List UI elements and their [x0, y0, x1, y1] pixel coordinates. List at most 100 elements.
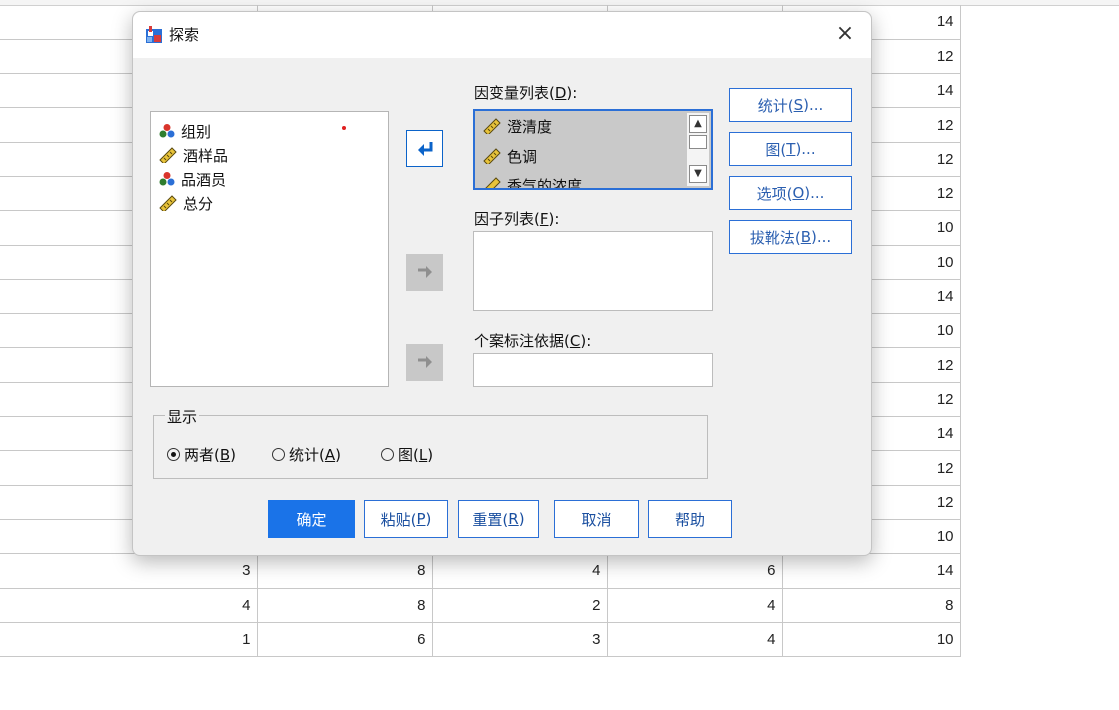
scroll-thumb[interactable] [689, 135, 707, 149]
data-cell[interactable]: 14 [782, 553, 961, 589]
radio-plots[interactable]: 图(L) [381, 444, 433, 465]
reset-button[interactable]: 重置(R) [458, 500, 539, 538]
radio-text: ) [427, 445, 434, 464]
close-button[interactable]: × [833, 22, 857, 46]
button-text: 统计( [757, 96, 794, 115]
display-group-legend: 显示 [165, 406, 200, 427]
data-cell[interactable]: 8 [257, 553, 433, 589]
mnemonic-key: F [539, 210, 549, 228]
title-bar[interactable]: 探索 × [133, 12, 871, 58]
dependent-list[interactable]: 澄清度 色调 香气的浓度 ▲ ▼ [473, 109, 713, 190]
cancel-button[interactable]: 取消 [554, 500, 639, 538]
explore-dialog: 探索 × 组别 酒样品 品酒员 总分 因变量列表(D): 澄清度 色调 香气的浓… [132, 11, 872, 556]
data-cell[interactable]: 2 [432, 588, 608, 623]
mnemonic-key: B [800, 228, 811, 246]
variable-item-group[interactable]: 组别 [159, 119, 211, 143]
arrow-right-icon [417, 265, 432, 278]
mnemonic-key: A [324, 445, 336, 464]
button-text: 图( [765, 140, 787, 159]
radio-text: 两者( [184, 446, 220, 464]
radio-text: ) [335, 445, 341, 464]
data-cell[interactable]: 3 [0, 553, 258, 589]
data-cell[interactable]: 8 [782, 588, 961, 623]
label-text: ): [566, 84, 578, 102]
mnemonic-key: R [508, 510, 519, 528]
options-button[interactable]: 选项(O)... [729, 176, 852, 210]
button-text: )... [803, 96, 824, 114]
variable-item-sample[interactable]: 酒样品 [159, 143, 228, 167]
data-cell[interactable]: 4 [432, 553, 608, 589]
mnemonic-key: O [792, 184, 805, 202]
radio-selected-icon [167, 448, 180, 461]
variable-item-total[interactable]: 总分 [159, 191, 213, 215]
data-cell[interactable]: 4 [607, 588, 783, 623]
data-cell[interactable]: 3 [432, 622, 608, 658]
mnemonic-key: D [554, 84, 567, 102]
statistics-button[interactable]: 统计(S)... [729, 88, 852, 122]
radio-unselected-icon [381, 448, 394, 461]
button-text: ) [425, 510, 432, 528]
dependent-list-scrollbar[interactable]: ▲ ▼ [687, 113, 709, 186]
variable-label: 品酒员 [181, 170, 227, 189]
data-cell[interactable]: 10 [782, 622, 961, 658]
radio-text: 统计( [289, 446, 325, 464]
data-cell[interactable]: 6 [257, 622, 433, 658]
mnemonic-key: B [219, 445, 231, 464]
dependent-item[interactable]: 色调 [483, 144, 537, 168]
mnemonic-key: L [418, 445, 428, 464]
factor-list-label: 因子列表(F): [474, 208, 559, 229]
scale-ruler-icon [485, 177, 501, 188]
data-row[interactable]: 48248 [0, 588, 961, 623]
button-text: 粘贴( [380, 510, 417, 529]
label-text: 因变量列表( [474, 84, 555, 102]
ok-button[interactable]: 确定 [268, 500, 355, 538]
dependent-item[interactable]: 香气的浓度 [483, 173, 583, 190]
scale-ruler-icon [483, 118, 501, 134]
button-text: )... [804, 184, 825, 202]
variable-item-taster[interactable]: 品酒员 [159, 167, 226, 191]
red-dot-marker [342, 126, 346, 130]
radio-text: 图( [398, 446, 419, 464]
scroll-down-icon[interactable]: ▼ [689, 165, 707, 183]
label-text: 个案标注依据( [474, 332, 570, 350]
dependent-item-label: 澄清度 [507, 117, 553, 136]
paste-button[interactable]: 粘贴(P) [364, 500, 448, 538]
move-to-dependent-button[interactable] [406, 130, 443, 167]
plots-button[interactable]: 图(T)... [729, 132, 852, 166]
data-cell[interactable]: 8 [257, 588, 433, 623]
mnemonic-key: S [793, 96, 804, 114]
variable-label: 总分 [183, 194, 214, 213]
radio-statistics[interactable]: 统计(A) [272, 444, 341, 465]
button-text: )... [811, 228, 832, 246]
nominal-variable-icon [159, 172, 175, 186]
move-to-label-button[interactable] [406, 344, 443, 381]
arrow-left-icon [417, 141, 432, 156]
dependent-item[interactable]: 澄清度 [483, 114, 552, 138]
dependent-list-label: 因变量列表(D): [474, 82, 577, 103]
scale-ruler-icon [159, 195, 177, 211]
nominal-variable-icon [159, 124, 175, 138]
case-label-label: 个案标注依据(C): [474, 330, 591, 351]
mnemonic-key: T [786, 140, 796, 158]
scroll-up-icon[interactable]: ▲ [689, 115, 707, 133]
variable-label: 酒样品 [183, 146, 229, 165]
factor-list[interactable] [473, 231, 713, 311]
data-row[interactable]: 1 6 3 4 10 [0, 622, 961, 658]
data-cell[interactable]: 4 [607, 622, 783, 658]
label-text: 因子列表( [474, 210, 540, 228]
dependent-item-label: 香气的浓度 [507, 176, 583, 190]
button-text: )... [795, 140, 816, 158]
help-button[interactable]: 帮助 [648, 500, 732, 538]
case-label-field[interactable] [473, 353, 713, 387]
scale-ruler-icon [483, 148, 501, 164]
mnemonic-key: P [416, 510, 426, 528]
data-row[interactable]: 3 8 4 6 14 [0, 553, 961, 589]
arrow-right-icon [417, 355, 432, 368]
bootstrap-button[interactable]: 拔靴法(B)... [729, 220, 852, 254]
radio-both[interactable]: 两者(B) [167, 444, 236, 465]
data-cell[interactable]: 4 [0, 588, 258, 623]
source-variable-list[interactable]: 组别 酒样品 品酒员 总分 [150, 111, 389, 387]
data-cell[interactable]: 6 [607, 553, 783, 589]
data-cell[interactable]: 1 [0, 622, 258, 658]
move-to-factor-button[interactable] [406, 254, 443, 291]
